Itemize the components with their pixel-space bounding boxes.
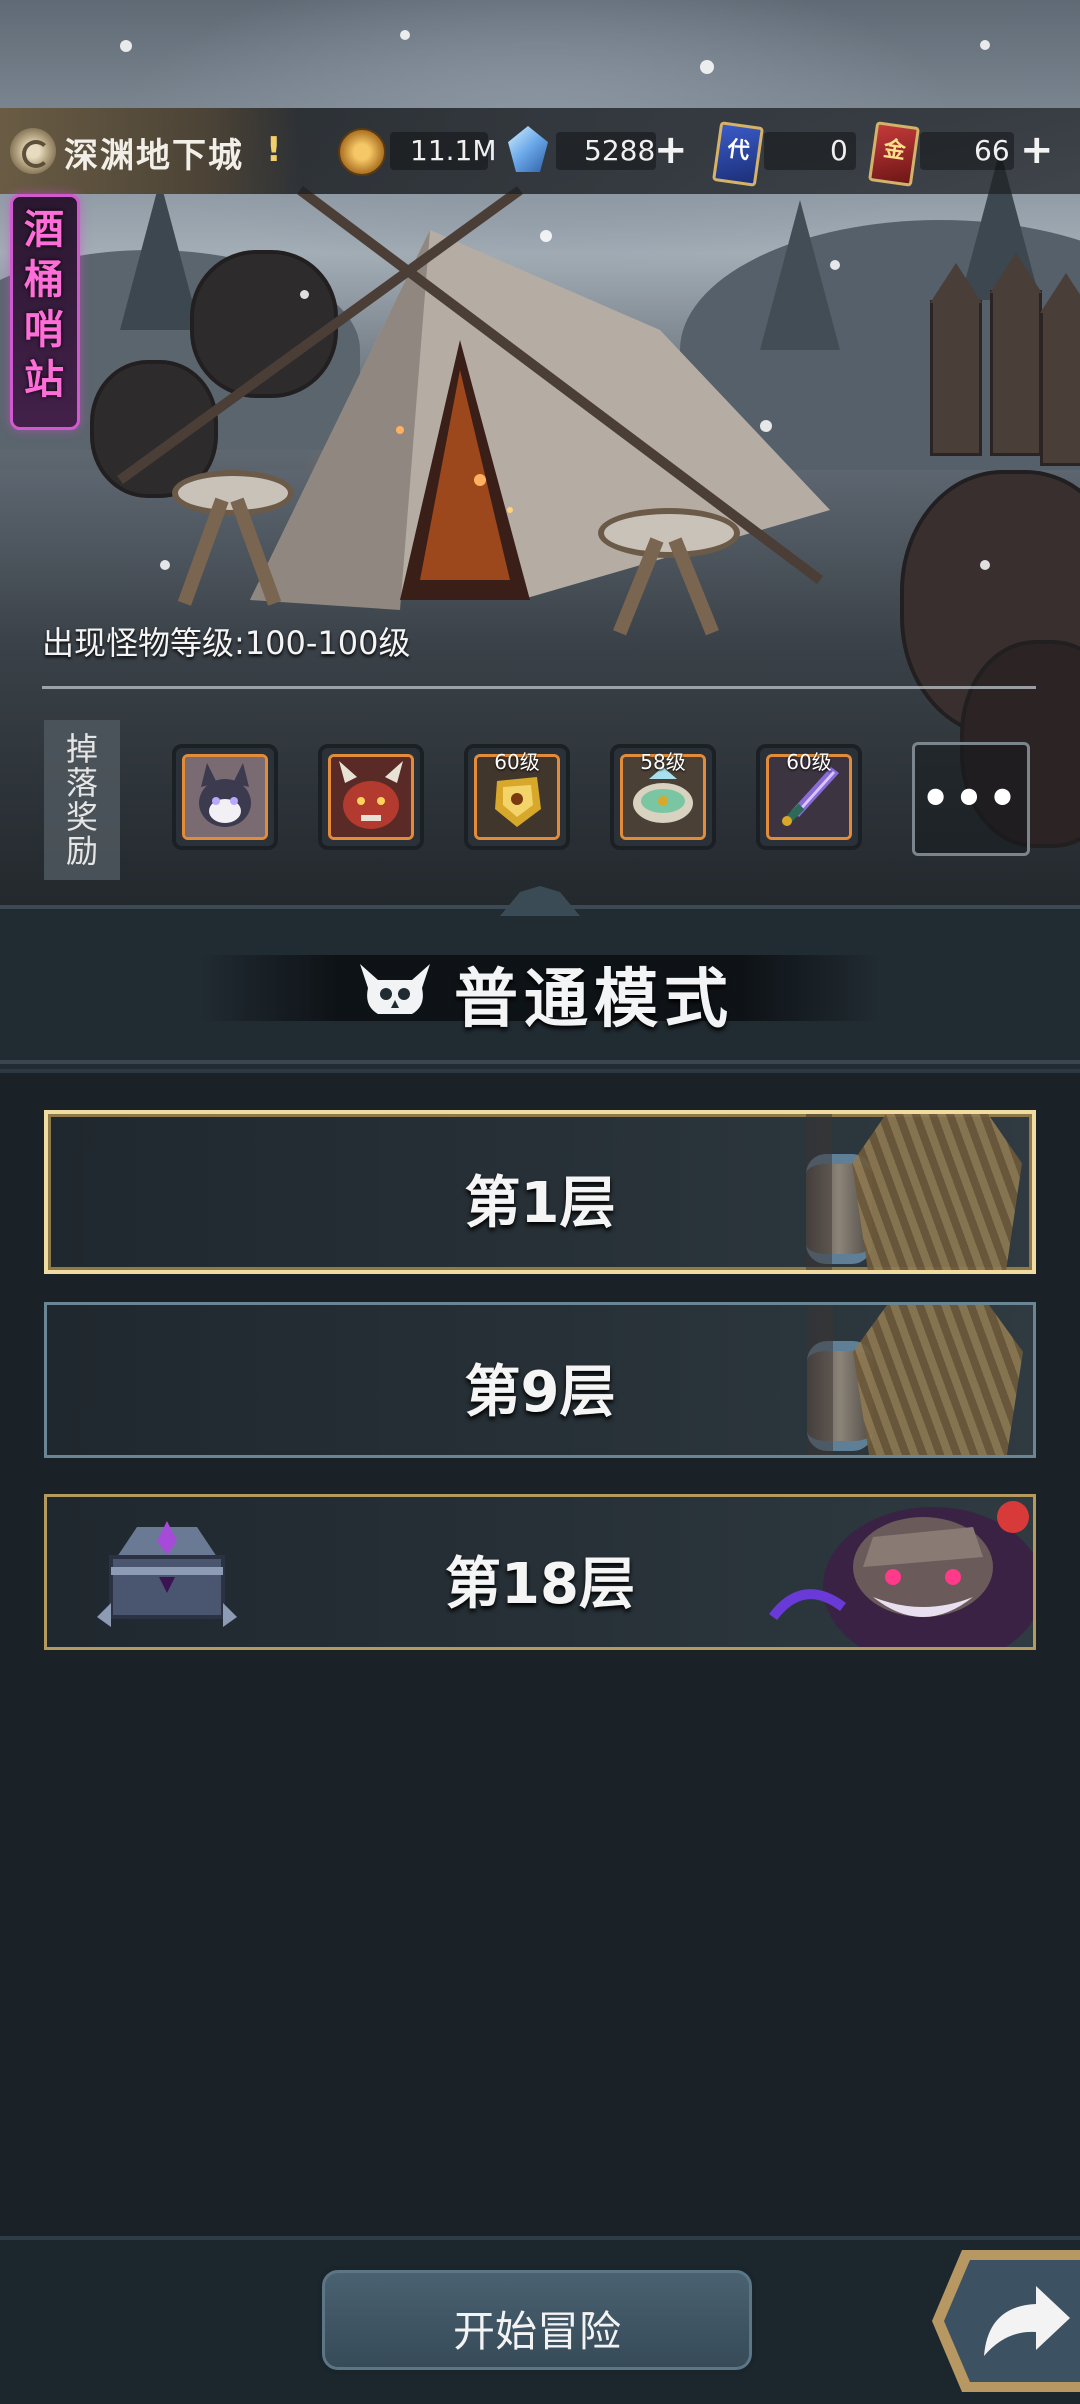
coin-value: 11.1M xyxy=(410,134,497,167)
dungeon-title: 深渊地下城 xyxy=(64,136,244,176)
start-adventure-button[interactable]: 开始冒险 xyxy=(318,2266,756,2374)
section-divider xyxy=(0,1060,1080,1064)
coin-resource: 11.1M xyxy=(338,108,497,194)
floor-1-button[interactable]: 第1层 xyxy=(44,1110,1036,1274)
snowflake xyxy=(830,260,840,270)
snowflake xyxy=(980,560,990,570)
resource-bar: 深渊地下城 ! 11.1M 5288 + 代 0 金 66 + xyxy=(0,108,1080,194)
gem-resource: 5288 + xyxy=(508,108,698,194)
coin-icon xyxy=(338,128,386,176)
wooden-stake xyxy=(1040,273,1080,466)
wooden-stake xyxy=(930,263,982,456)
floor-9-button[interactable]: 第9层 xyxy=(44,1302,1036,1458)
dragon-portrait-reward xyxy=(328,754,414,840)
horned-skull-icon xyxy=(360,964,430,1014)
red-dragon-icon xyxy=(331,757,411,837)
gold-ticket-resource: 金 66 + xyxy=(868,108,1062,194)
reward-item[interactable] xyxy=(318,744,424,850)
blue-ticket-icon: 代 xyxy=(712,121,764,187)
reward-level: 60级 xyxy=(494,750,540,774)
spiral-emblem-icon xyxy=(10,128,56,174)
more-dots: ••• xyxy=(920,771,1022,825)
event-banner[interactable]: 酒桶哨站 xyxy=(10,194,80,430)
raccoon-monster-icon xyxy=(185,757,265,837)
snowflake xyxy=(980,40,990,50)
crystal-gem-icon xyxy=(508,126,548,172)
add-gold-ticket-button[interactable]: + xyxy=(1020,128,1054,172)
snowflake xyxy=(540,230,552,242)
reward-item[interactable]: 58级 xyxy=(610,744,716,850)
floor-label: 第18层 xyxy=(445,1552,635,1617)
drop-rewards-label-box: 掉落奖励 xyxy=(44,720,120,880)
mode-title: 普通模式 xyxy=(454,963,734,1037)
event-banner-label: 酒桶哨站 xyxy=(24,207,64,403)
blue-ticket-resource: 代 0 xyxy=(712,108,856,194)
gem-value: 5288 xyxy=(584,134,656,167)
snowflake xyxy=(120,40,132,52)
drop-rewards-label: 掉落奖励 xyxy=(65,730,98,870)
share-arrow-button[interactable] xyxy=(928,2246,1080,2396)
start-adventure-label: 开始冒险 xyxy=(452,2307,621,2356)
gold-ticket-icon: 金 xyxy=(868,121,920,187)
floor-label: 第9层 xyxy=(464,1360,616,1425)
monster-level-text: 出现怪物等级:100-100级 xyxy=(42,624,411,662)
floor-label: 第1层 xyxy=(464,1171,616,1236)
snowflake xyxy=(760,420,772,432)
tent xyxy=(117,185,830,610)
reward-level: 60级 xyxy=(786,750,832,774)
snowflake xyxy=(160,560,170,570)
more-rewards-button[interactable]: ••• xyxy=(912,742,1030,856)
reward-item[interactable]: 60级 xyxy=(756,744,862,850)
reward-level: 58级 xyxy=(640,750,686,774)
divider xyxy=(42,686,1036,689)
reward-item[interactable] xyxy=(172,744,278,850)
title-plate: 深渊地下城 ! xyxy=(0,108,300,194)
reward-item[interactable]: 60级 xyxy=(464,744,570,850)
add-gem-button[interactable]: + xyxy=(654,128,688,172)
blue-ticket-value: 0 xyxy=(830,134,848,167)
snowflake xyxy=(700,60,714,74)
wooden-stake xyxy=(990,253,1042,456)
monster-portrait-reward xyxy=(182,754,268,840)
snowflake xyxy=(400,30,410,40)
stool xyxy=(598,508,740,558)
gold-ticket-value: 66 xyxy=(974,134,1010,167)
floor-18-button[interactable]: 第18层 xyxy=(44,1494,1036,1650)
snowflake xyxy=(300,290,309,299)
info-icon[interactable]: ! xyxy=(266,130,282,170)
